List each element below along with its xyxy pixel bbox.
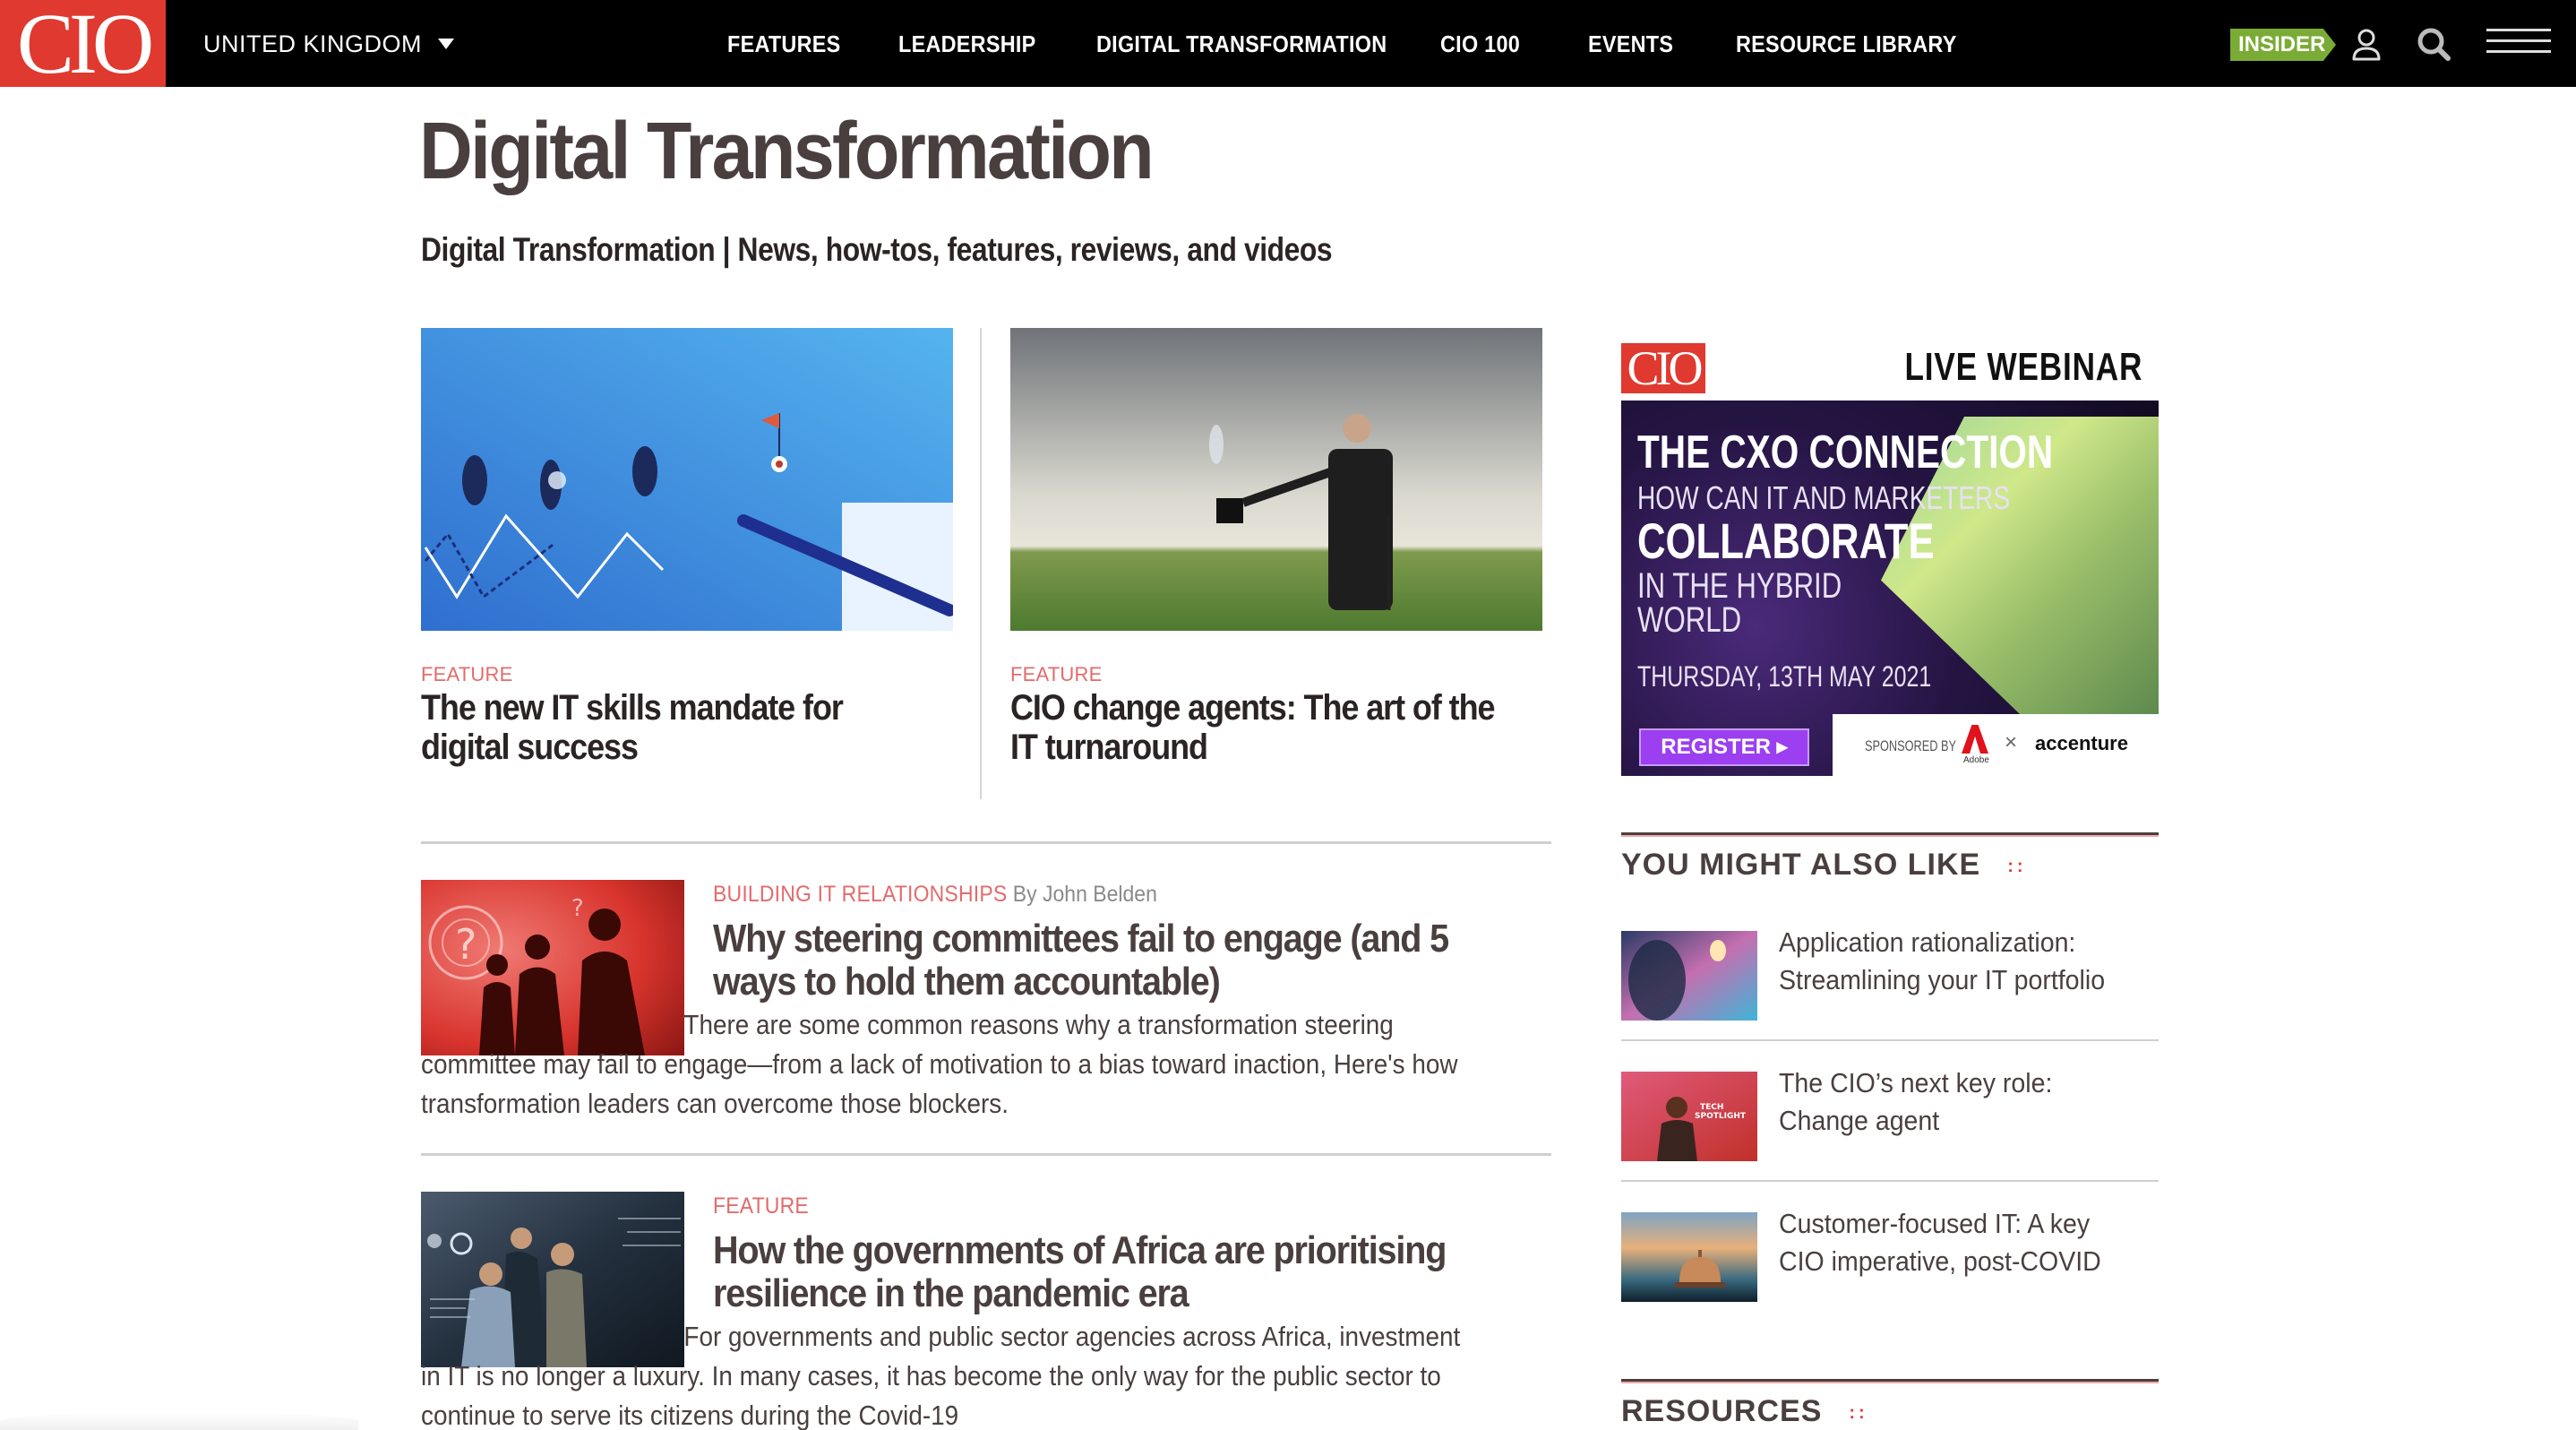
nav-features[interactable]: FEATURES — [727, 27, 841, 61]
section-divider — [421, 1153, 1551, 1156]
region-selector[interactable]: UNITED KINGDOM — [203, 27, 455, 61]
ad-title: THE CXO CONNECTION — [1637, 426, 2054, 478]
adobe-label: Adobe — [1963, 755, 1989, 765]
feature-kicker[interactable]: FEATURE — [421, 663, 512, 686]
svg-text:?: ? — [455, 920, 477, 969]
dots-icon: :: — [2007, 856, 2027, 876]
page-subtitle: Digital Transformation | News, how-tos, … — [421, 231, 1333, 268]
region-label: UNITED KINGDOM — [203, 30, 423, 57]
webinar-ad[interactable]: CIO LIVE WEBINAR THE CXO CONNECTION HOW … — [1621, 336, 2159, 776]
related-item[interactable]: Customer-focused IT: A key CIO imperativ… — [1621, 1208, 2159, 1354]
resources-heading: RESOURCES:: — [1621, 1394, 1868, 1429]
insider-badge[interactable]: INSIDER — [2230, 29, 2336, 61]
related-thumb[interactable]: TECH SPOTLIGHT — [1621, 1072, 1757, 1161]
search-icon[interactable] — [2415, 25, 2454, 65]
svg-text:TECH: TECH — [1700, 1103, 1723, 1112]
also-like-heading: YOU MIGHT ALSO LIKE:: — [1621, 848, 2027, 883]
column-divider — [980, 328, 982, 799]
section-rule — [1621, 832, 2159, 837]
nav-resource-library[interactable]: RESOURCE LIBRARY — [1736, 27, 1957, 61]
caret-down-icon — [438, 39, 455, 49]
svg-text:SPOTLIGHT: SPOTLIGHT — [1695, 1112, 1747, 1121]
ad-date: THURSDAY, 13TH MAY 2021 — [1637, 660, 1932, 693]
feature-image[interactable] — [1010, 328, 1542, 631]
article-headline[interactable]: Why steering committees fail to engage (… — [713, 917, 1503, 1004]
cio-logo[interactable]: CIO — [0, 0, 166, 87]
ad-cio-logo: CIO — [1621, 343, 1705, 393]
ad-hybrid-world: IN THE HYBRID WORLD — [1637, 566, 1842, 640]
feature-card[interactable]: FEATURE CIO change agents: The art of th… — [1010, 328, 1542, 767]
nav-cio-100[interactable]: CIO 100 — [1440, 27, 1520, 61]
related-title[interactable]: The CIO’s next key role: Change agent — [1779, 1064, 2142, 1140]
svg-text:?: ? — [571, 895, 584, 922]
user-icon[interactable] — [2347, 25, 2386, 65]
related-item[interactable]: Application rationalization: Streamlinin… — [1621, 926, 2159, 1072]
related-title[interactable]: Customer-focused IT: A key CIO imperativ… — [1779, 1205, 2142, 1280]
dots-icon: :: — [1849, 1402, 1868, 1423]
article-meta: FEATURE — [713, 1193, 809, 1219]
article-kicker[interactable]: BUILDING IT RELATIONSHIPS — [713, 882, 1007, 907]
sponsored-by-label: SPONSORED BY — [1865, 737, 1957, 754]
nav-digital-transformation[interactable]: DIGITAL TRANSFORMATION — [1096, 27, 1387, 61]
related-thumb[interactable] — [1621, 1212, 1757, 1302]
nav-events[interactable]: EVENTS — [1588, 27, 1673, 61]
hamburger-menu-icon[interactable] — [2486, 27, 2551, 54]
ad-sponsors: SPONSORED BY Adobe × accenture — [1833, 714, 2159, 776]
scroll-shadow — [0, 1412, 358, 1430]
article-kicker[interactable]: FEATURE — [713, 1193, 809, 1219]
related-item[interactable]: TECH SPOTLIGHT The CIO’s next key role: … — [1621, 1067, 2159, 1213]
feature-headline[interactable]: The new IT skills mandate for digital su… — [421, 688, 921, 767]
ad-banner: THE CXO CONNECTION HOW CAN IT AND MARKET… — [1621, 401, 2159, 776]
accenture-logo: accenture — [2035, 732, 2128, 754]
nav-leadership[interactable]: LEADERSHIP — [898, 27, 1036, 61]
feature-card[interactable]: FEATURE The new IT skills mandate for di… — [421, 328, 953, 767]
also-like-heading-text: YOU MIGHT ALSO LIKE — [1621, 848, 1981, 882]
feature-image[interactable] — [421, 328, 953, 631]
times-icon: × — [2005, 730, 2018, 754]
ad-collaborate: COLLABORATE — [1637, 513, 1935, 569]
feature-kicker[interactable]: FEATURE — [1010, 663, 1102, 686]
resources-heading-text: RESOURCES — [1621, 1394, 1823, 1428]
related-title[interactable]: Application rationalization: Streamlinin… — [1779, 924, 2142, 999]
related-separator — [1621, 1180, 2159, 1182]
article-byline[interactable]: By John Belden — [1013, 882, 1157, 907]
article-summary: For governments and public sector agenci… — [421, 1321, 1461, 1430]
article-headline[interactable]: How the governments of Africa are priori… — [713, 1229, 1503, 1315]
article-meta: BUILDING IT RELATIONSHIPS By John Belden — [713, 882, 1157, 908]
page-title: Digital Transformation — [419, 107, 1155, 196]
adobe-logo-icon — [1962, 725, 1988, 754]
feature-headline[interactable]: CIO change agents: The art of the IT tur… — [1010, 688, 1510, 767]
article-summary: There are some common reasons why a tran… — [421, 1009, 1458, 1119]
related-thumb[interactable] — [1621, 931, 1757, 1021]
ad-live-webinar: LIVE WEBINAR — [1904, 345, 2142, 389]
section-rule — [1621, 1379, 2159, 1383]
top-nav: CIO UNITED KINGDOM FEATURES LEADERSHIP D… — [0, 0, 2576, 87]
related-separator — [1621, 1039, 2159, 1041]
ad-register-button[interactable]: REGISTER ▸ — [1639, 728, 1809, 766]
section-divider — [421, 841, 1551, 844]
